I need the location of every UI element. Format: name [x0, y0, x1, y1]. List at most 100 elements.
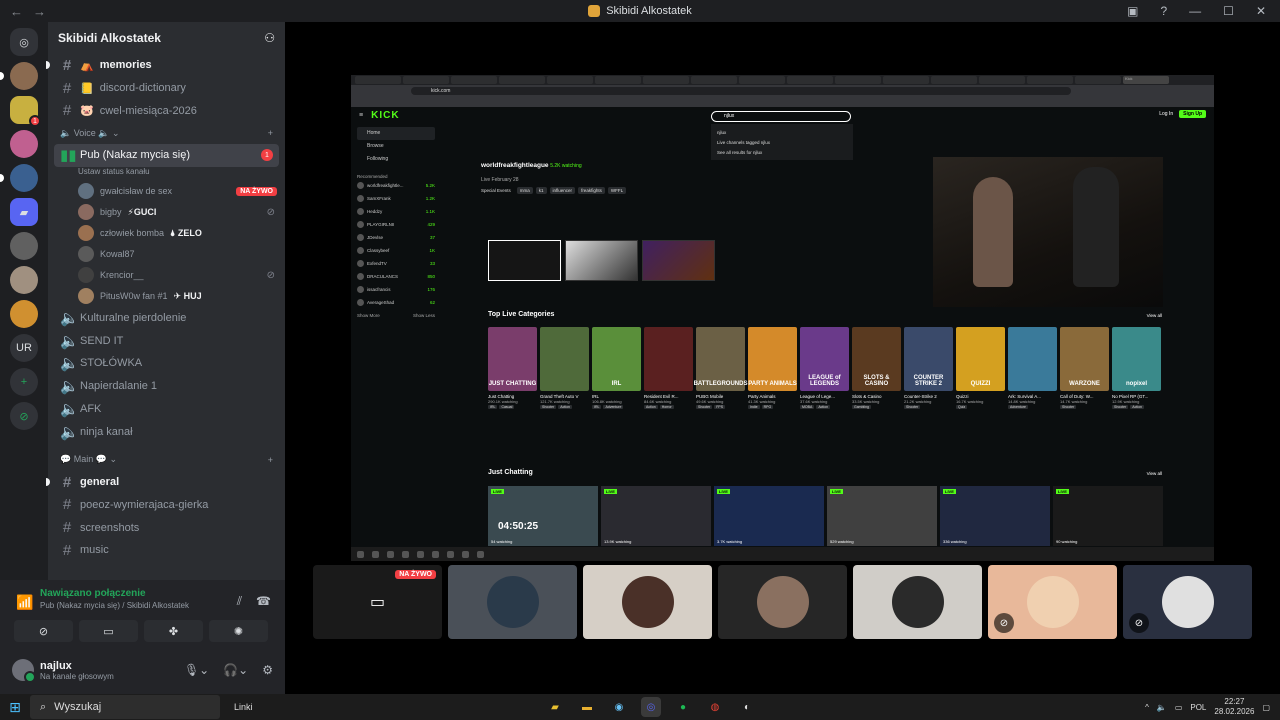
invite-icon[interactable]: ⚇ — [264, 31, 275, 45]
forward-arrow-icon[interactable]: → — [33, 4, 46, 19]
channel-discord-dictionary[interactable]: # 📒 discord-dictionary — [48, 77, 285, 100]
category-tag[interactable]: Adventure — [1008, 405, 1028, 409]
view-all-link[interactable]: View all — [1147, 313, 1162, 318]
obs-icon[interactable]: ◐ — [737, 697, 757, 717]
participant-tile[interactable] — [853, 565, 982, 639]
voice-channel-pub[interactable]: ▮▮ Pub (Nakaz mycia się) 1 — [54, 144, 279, 167]
voice-user[interactable]: Krencior__ ⊘ — [48, 265, 285, 286]
browser-tab[interactable] — [595, 76, 641, 84]
category-card[interactable]: Grand Theft Auto V 121.7K watching Shooter… — [540, 327, 589, 409]
category-card[interactable]: Ark: Survival A... 14.8K watching Adventur… — [1008, 327, 1057, 409]
file-explorer-icon[interactable]: ▬ — [577, 697, 597, 717]
camera-off-button[interactable]: ⊘ — [14, 620, 73, 642]
participant-tile[interactable]: ▭ NA ŻYWO — [313, 565, 442, 639]
voice-channel[interactable]: 🔈 ninja kanał — [48, 420, 285, 443]
taskbar-search[interactable]: ⌕ Wyszukaj — [30, 695, 220, 719]
browser-tab[interactable] — [979, 76, 1025, 84]
category-tag[interactable]: Action — [558, 405, 572, 409]
voice-user[interactable]: bigby ⚡GUCI ⊘ — [48, 202, 285, 223]
carousel-thumb[interactable] — [488, 240, 561, 281]
volume-icon[interactable]: 🔈 — [1157, 703, 1167, 712]
category-tag[interactable]: Shooter — [540, 405, 557, 409]
recommended-channel[interactable]: JDevlse 37 — [357, 231, 435, 244]
connection-sub[interactable]: Pub (Nakaz mycia się) / Skibidi Alkostat… — [12, 601, 273, 610]
network-icon[interactable]: ▭ — [1175, 703, 1183, 712]
channel-status[interactable]: Ustaw status kanału — [48, 167, 285, 181]
category-tag[interactable]: Action — [816, 405, 831, 409]
kick-search-input[interactable]: njlux — [711, 111, 851, 122]
server-icon[interactable] — [10, 232, 38, 260]
browser-tab[interactable] — [499, 76, 545, 84]
chevron-up-icon[interactable]: ^ — [1145, 703, 1149, 712]
sticky-notes-icon[interactable]: ▰ — [545, 697, 565, 717]
server-header[interactable]: Skibidi Alkostatek ⚇ — [48, 22, 285, 54]
category-tag[interactable]: MOBA — [800, 405, 815, 409]
channel-general[interactable]: # general — [46, 471, 285, 494]
recommended-channel[interactable]: PLAYGIRLNII 429 — [357, 218, 435, 231]
voice-user[interactable]: Kowal87 — [48, 244, 285, 265]
noise-suppression-icon[interactable]: ⫽ — [237, 594, 242, 609]
category-tag[interactable]: IRL — [488, 405, 498, 409]
category-main[interactable]: 💬 Main 💬 ⌄ + — [48, 449, 285, 471]
menu-icon[interactable]: ≡ — [359, 112, 363, 119]
category-tag[interactable]: Adventure — [603, 405, 624, 409]
language-indicator[interactable]: POL — [1190, 703, 1206, 712]
discord-home-icon[interactable]: ◎ — [10, 28, 38, 56]
back-arrow-icon[interactable]: ← — [10, 4, 23, 19]
category-tag[interactable]: Indie — [748, 405, 760, 409]
category-tag[interactable]: FPS — [714, 405, 726, 409]
category-card[interactable]: nopixel No Pixel RP (GT... 12.9K watching S… — [1112, 327, 1161, 409]
browser-tab[interactable] — [1027, 76, 1073, 84]
browser-tab[interactable] — [643, 76, 689, 84]
voice-user[interactable]: człowiek bomba 🌢 ZELO — [48, 223, 285, 244]
category-tag[interactable]: RPG — [761, 405, 774, 409]
category-tag[interactable]: Quiz — [956, 405, 968, 409]
carousel-thumb[interactable] — [642, 240, 715, 281]
category-tag[interactable]: Shooter — [1060, 405, 1077, 409]
channel-screenshots[interactable]: # screenshots — [48, 516, 285, 539]
category-card[interactable]: IRL IRL 106.8K watching IRL Adventure — [592, 327, 641, 409]
participant-tile[interactable]: ⊘ — [988, 565, 1117, 639]
browser-tab[interactable] — [355, 76, 401, 84]
participant-tile[interactable] — [583, 565, 712, 639]
category-card[interactable]: QUIZZI Quizzi 16.7K watching Quiz — [956, 327, 1005, 409]
add-server-icon[interactable]: + — [10, 368, 38, 396]
inbox-icon[interactable]: ▣ — [1127, 4, 1138, 18]
signup-button[interactable]: Sign Up — [1179, 110, 1206, 118]
category-tag[interactable]: Gambling — [852, 405, 871, 409]
voice-channel[interactable]: 🔈 Kulturalne pierdolenie — [48, 307, 285, 330]
steam-icon[interactable]: ◉ — [609, 697, 629, 717]
windows-start-icon[interactable]: ⊞ — [0, 699, 30, 716]
channel-poeoz[interactable]: # poeoz-wymierajaca-gierka — [48, 494, 285, 517]
browser-tab[interactable] — [547, 76, 593, 84]
category-card[interactable]: LEAGUE of LEGENDS League of Lege... 37.6K … — [800, 327, 849, 409]
category-card[interactable]: WARZONE Call of Duty: W... 14.7K watching S… — [1060, 327, 1109, 409]
screen-share-button[interactable]: ▭ — [79, 620, 138, 642]
category-card[interactable]: SLOTS & CASINO Slots & Casino 33.5K watchi… — [852, 327, 901, 409]
recommended-channel[interactable]: AverageShad 62 — [357, 296, 435, 309]
featured-channel-name[interactable]: worldfreakfightleague — [481, 162, 549, 169]
kick-logo[interactable]: KICK — [371, 110, 399, 121]
gear-icon[interactable]: ⚙ — [262, 663, 273, 677]
carousel-thumb[interactable] — [565, 240, 638, 281]
recommended-channel[interactable]: ExfendTV 33 — [357, 257, 435, 270]
browser-tab[interactable] — [1075, 76, 1121, 84]
login-link[interactable]: Log In — [1159, 111, 1173, 117]
notifications-icon[interactable]: ▢ — [1262, 703, 1270, 712]
chrome-icon[interactable]: ◍ — [705, 697, 725, 717]
close-button[interactable]: ✕ — [1256, 4, 1266, 18]
category-card[interactable]: COUNTER STRIKE 2 Counter-Strike 2 21.2K wa… — [904, 327, 953, 409]
help-icon[interactable]: ? — [1160, 4, 1167, 18]
recommended-channel[interactable]: DRACULANCS 850 — [357, 270, 435, 283]
browser-tab[interactable] — [739, 76, 785, 84]
avatar[interactable] — [12, 659, 36, 683]
category-tag[interactable]: Casual — [499, 405, 515, 409]
server-icon-ur[interactable]: UR — [10, 334, 38, 362]
recommended-channel[interactable]: worldfreakfightle... 5.2K — [357, 179, 435, 192]
participant-tile[interactable] — [448, 565, 577, 639]
category-card[interactable]: JUST CHATTING Just Chatting 290.1K watchin… — [488, 327, 537, 409]
spotify-icon[interactable]: ● — [673, 697, 693, 717]
recommended-channel[interactable]: SamXFrank 1.2K — [357, 192, 435, 205]
browser-tab[interactable] — [451, 76, 497, 84]
recommended-channel[interactable]: Classybeef 1K — [357, 244, 435, 257]
